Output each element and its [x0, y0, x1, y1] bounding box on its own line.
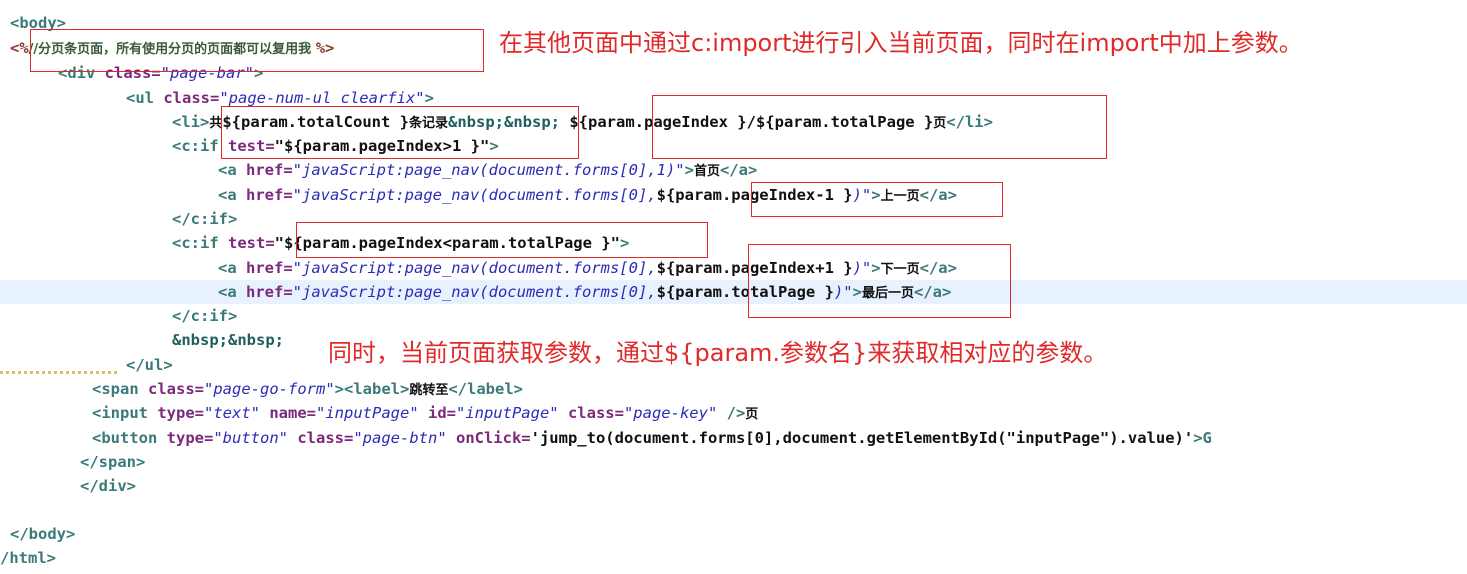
- attr-value: "inputPage": [316, 404, 428, 422]
- highlight-box-next-last: [748, 244, 1011, 318]
- highlight-box-test-last: [296, 222, 708, 258]
- highlight-box-prev-index: [751, 182, 1003, 217]
- html-close-tag: /html>: [0, 549, 56, 567]
- label-tag: ><label>: [334, 380, 410, 398]
- code-line-22: /html>: [0, 546, 56, 570]
- annotation-middle: 同时，当前页面获取参数，通过${param.参数名}来获取相对应的参数。: [328, 339, 1108, 367]
- attr-name: href=: [246, 259, 293, 277]
- code-line-13: </c:if>: [172, 304, 237, 328]
- code-line-16: <span class="page-go-form"><label>跳转至</l…: [92, 377, 523, 401]
- body-close-tag: </body>: [10, 525, 76, 543]
- ul-tag: <ul: [126, 89, 164, 107]
- nbsp-entities: &nbsp;&nbsp;: [172, 331, 284, 349]
- warning-squiggle: [0, 371, 120, 374]
- text-first-page: 首页: [693, 164, 720, 179]
- onclick-value: 'jump_to(document.forms[0],document.getE…: [530, 429, 1194, 447]
- attr-value: "page-btn": [353, 429, 456, 447]
- a-tag: <a: [218, 161, 246, 179]
- attr-value: "javaScript:page_nav(document.forms[0],: [292, 283, 657, 301]
- a-tag: <a: [218, 186, 246, 204]
- label-close-tag: </label>: [448, 380, 523, 398]
- highlight-box-page-index: [652, 95, 1107, 159]
- attr-value: "page-key": [623, 404, 727, 422]
- attr-name: id=: [427, 404, 456, 422]
- a-tag: <a: [218, 283, 246, 301]
- attr-name: href=: [246, 283, 293, 301]
- attr-name: name=: [269, 404, 316, 422]
- span-tag: <span: [92, 380, 148, 398]
- attr-name: class=: [567, 404, 624, 422]
- tag-end: >: [684, 161, 694, 179]
- code-line-9: </c:if>: [172, 207, 237, 231]
- code-editor[interactable]: <body> <%//分页条页面，所有使用分页的页面都可以复用我 %> <div…: [0, 0, 1467, 574]
- attr-name: href=: [246, 161, 293, 179]
- attr-value: "javaScript:page_nav(document.forms[0],: [292, 186, 657, 204]
- tag-end: >G: [1193, 429, 1212, 447]
- cif-close-tag: </c:if>: [172, 307, 238, 325]
- div-close-tag: </div>: [80, 477, 136, 495]
- code-line-19: </span>: [80, 450, 145, 474]
- attr-name: test=: [228, 234, 275, 252]
- code-line-15: </ul>: [126, 353, 173, 377]
- button-tag: <button: [92, 429, 167, 447]
- attr-value: "inputPage": [455, 404, 568, 422]
- attr-name: type=: [166, 429, 214, 447]
- text-jump-to: 跳转至: [409, 383, 449, 398]
- attr-name: class=: [297, 429, 354, 447]
- highlight-box-comment: [30, 29, 484, 72]
- jsp-open: <%: [10, 39, 29, 57]
- attr-value: "javaScript:page_nav(document.forms[0],: [292, 259, 657, 277]
- attr-name: onClick=: [455, 429, 531, 447]
- self-close: />: [726, 404, 746, 422]
- tag-end: >: [424, 89, 434, 107]
- a-close-tag: </a>: [719, 161, 758, 179]
- a-tag: <a: [218, 259, 246, 277]
- code-line-7: <a href="javaScript:page_nav(document.fo…: [218, 158, 757, 182]
- cif-tag: <c:if: [172, 234, 228, 252]
- attr-name: class=: [163, 89, 220, 107]
- attr-name: href=: [246, 186, 293, 204]
- attr-value: "page-go-form": [204, 380, 335, 398]
- text-page: 页: [745, 407, 759, 422]
- ul-close-tag: </ul>: [126, 356, 173, 374]
- code-line-17: <input type="text" name="inputPage" id="…: [92, 401, 758, 425]
- cif-close-tag: </c:if>: [172, 210, 238, 228]
- attr-value: "button": [213, 429, 298, 447]
- attr-value: "page-num-ul clearfix": [219, 89, 425, 107]
- code-line-14: &nbsp;&nbsp;: [172, 328, 284, 352]
- annotation-top: 在其他页面中通过c:import进行引入当前页面，同时在import中加上参数。: [499, 29, 1303, 57]
- attr-value: "text": [204, 404, 270, 422]
- attr-name: class=: [148, 380, 204, 398]
- attr-value: "javaScript:page_nav(document.forms[0],1…: [292, 161, 685, 179]
- code-line-21: </body>: [10, 522, 75, 546]
- code-line-18: <button type="button" class="page-btn" o…: [92, 426, 1212, 450]
- input-tag: <input: [92, 404, 158, 422]
- li-tag: <li>: [172, 113, 210, 131]
- span-close-tag: </span>: [80, 453, 146, 471]
- attr-name: type=: [157, 404, 204, 422]
- highlight-box-total-count: [221, 106, 579, 159]
- cif-tag: <c:if: [172, 137, 228, 155]
- code-line-20: </div>: [80, 474, 136, 498]
